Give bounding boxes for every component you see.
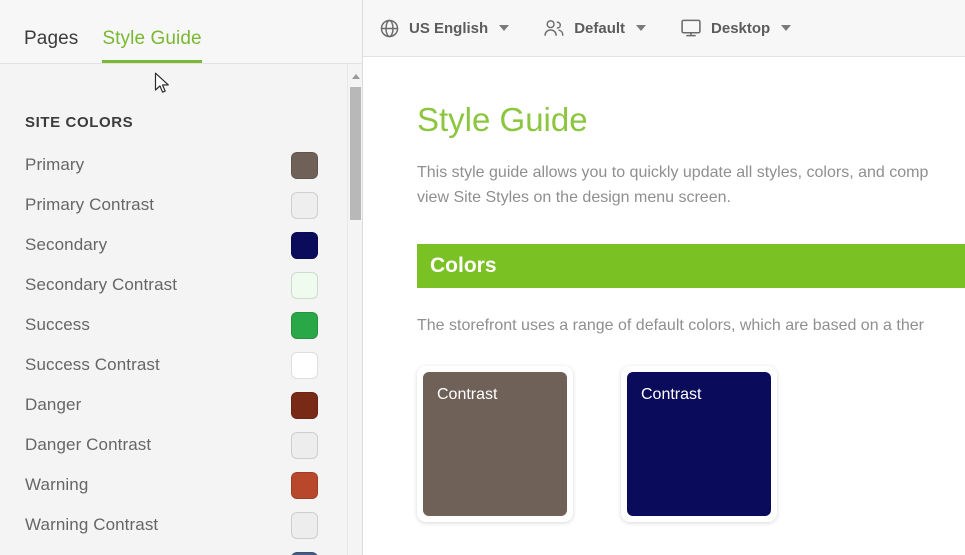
swatch-card-list: Contrast Contrast: [417, 366, 965, 523]
color-row-label: Danger: [25, 395, 82, 414]
preview-toolbar: US English Default Desktop: [363, 0, 965, 57]
intro-paragraph: This style guide allows you to quickly u…: [417, 164, 929, 206]
color-swatch[interactable]: [291, 511, 318, 539]
color-row-label: Primary Contrast: [25, 195, 155, 214]
color-row-label: Primary: [25, 155, 85, 174]
chevron-down-icon: [499, 25, 510, 31]
customer-group-label: Default: [574, 19, 626, 37]
color-row[interactable]: Success Contrast: [0, 345, 362, 385]
color-swatch[interactable]: [291, 391, 318, 419]
tab-pages[interactable]: Pages: [24, 28, 78, 63]
color-row-label: Success Contrast: [25, 355, 160, 374]
color-swatch[interactable]: [291, 151, 318, 179]
color-row[interactable]: Danger: [0, 385, 362, 425]
color-swatch[interactable]: [291, 351, 318, 379]
colors-description: The storefront uses a range of default c…: [417, 316, 924, 334]
color-row[interactable]: Primary: [0, 145, 362, 185]
color-row-label: Success: [25, 315, 90, 334]
color-swatch[interactable]: [291, 271, 318, 299]
color-row[interactable]: Success: [0, 305, 362, 345]
left-panel-body: SITE COLORS Primary Primary Contrast Secon…: [0, 64, 362, 555]
swatch-card-label: Contrast: [437, 386, 498, 404]
language-selector[interactable]: US English: [375, 14, 513, 43]
swatch-card-fill: Contrast: [423, 372, 567, 517]
site-colors-heading: SITE COLORS: [25, 114, 134, 131]
color-swatch[interactable]: [291, 231, 318, 259]
swatch-card-label: Contrast: [641, 386, 702, 404]
device-selector[interactable]: Desktop: [676, 14, 795, 42]
monitor-icon: [680, 18, 702, 38]
color-row-label: Danger Contrast: [25, 435, 152, 454]
chevron-down-icon: [636, 25, 647, 31]
swatch-card-fill: Contrast: [627, 372, 771, 517]
globe-icon: [379, 18, 400, 39]
color-swatch[interactable]: [291, 431, 318, 459]
color-row-label: Secondary: [25, 235, 108, 254]
colors-section-header: Colors: [417, 243, 965, 288]
tab-style-guide[interactable]: Style Guide: [102, 28, 202, 63]
customer-group-selector[interactable]: Default: [539, 14, 650, 42]
color-row-label: Warning: [25, 475, 89, 494]
color-row-label: Warning Contrast: [25, 515, 159, 534]
scroll-up-arrow-icon[interactable]: [348, 70, 362, 83]
color-swatch[interactable]: [291, 311, 318, 339]
right-panel: US English Default Desktop Style Guide T…: [363, 0, 965, 555]
site-colors-list: Primary Primary Contrast Secondary Secondar…: [0, 145, 362, 555]
scrollbar-thumb[interactable]: [350, 87, 361, 220]
color-swatch[interactable]: [291, 191, 318, 219]
device-label: Desktop: [711, 19, 771, 37]
color-swatch[interactable]: [291, 551, 318, 555]
sidebar-scrollbar[interactable]: [347, 64, 362, 555]
color-row[interactable]: Secondary: [0, 225, 362, 265]
colors-section-header-label: Colors: [430, 253, 497, 277]
preview-canvas: Style Guide This style guide allows you …: [363, 57, 965, 555]
color-row[interactable]: Primary Contrast: [0, 185, 362, 225]
app-root: Pages Style Guide SITE COLORS Primary Pri…: [0, 0, 965, 555]
color-row[interactable]: Info: [0, 545, 362, 555]
tab-bar: Pages Style Guide: [0, 0, 362, 64]
site-colors-section: SITE COLORS Primary Primary Contrast Secon…: [0, 64, 362, 555]
language-label: US English: [409, 19, 489, 37]
color-row[interactable]: Warning Contrast: [0, 505, 362, 545]
color-row[interactable]: Secondary Contrast: [0, 265, 362, 305]
swatch-card[interactable]: Contrast: [621, 366, 777, 523]
color-row[interactable]: Warning: [0, 465, 362, 505]
color-row[interactable]: Danger Contrast: [0, 425, 362, 465]
color-swatch[interactable]: [291, 471, 318, 499]
left-panel: Pages Style Guide SITE COLORS Primary Pri…: [0, 0, 363, 555]
color-row-label: Secondary Contrast: [25, 275, 178, 294]
page-title: Style Guide: [417, 101, 588, 138]
swatch-card[interactable]: Contrast: [417, 366, 573, 523]
chevron-down-icon: [781, 25, 792, 31]
people-icon: [543, 18, 565, 38]
